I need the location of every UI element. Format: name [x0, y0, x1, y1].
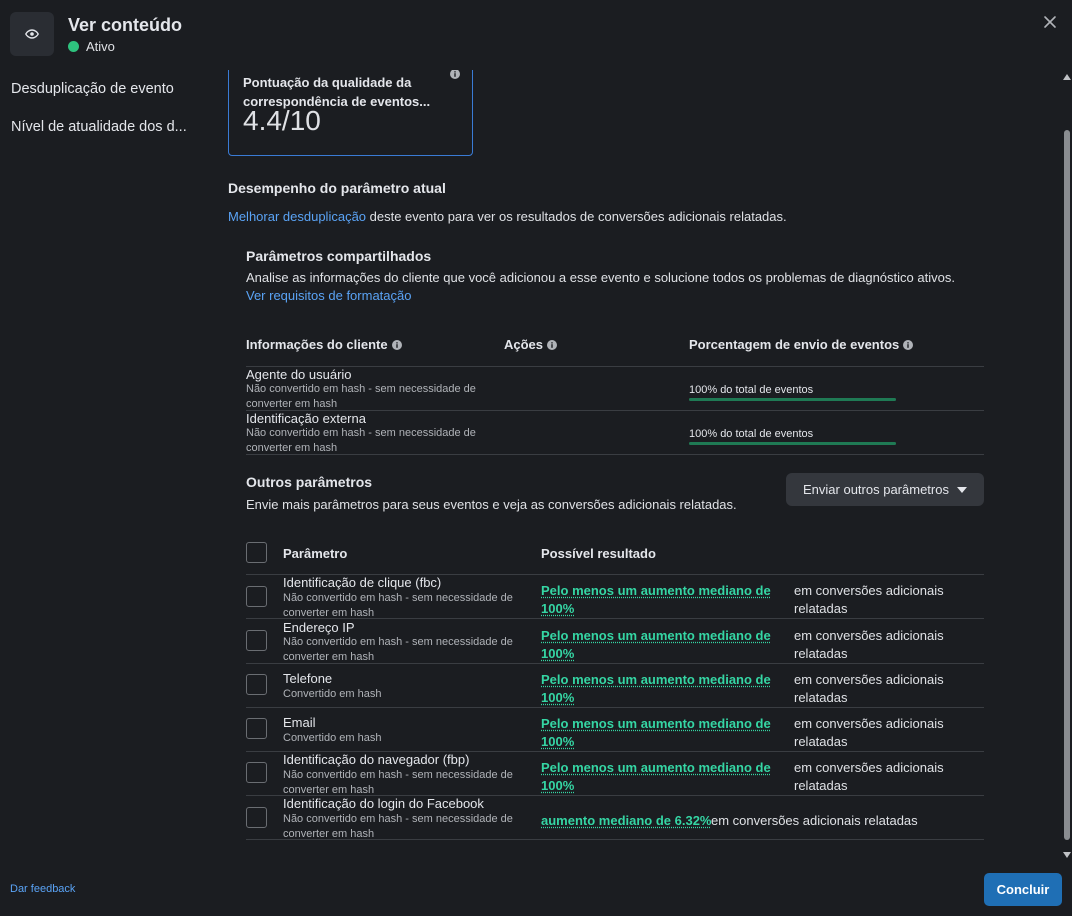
param-status: Convertido em hash — [283, 688, 382, 700]
info-icon[interactable] — [903, 339, 914, 350]
col-customer-info-label: Informações do cliente — [246, 337, 388, 352]
event-percentage-bar — [689, 398, 896, 401]
give-feedback-link[interactable]: Dar feedback — [10, 883, 75, 895]
event-percentage-fill — [689, 398, 896, 401]
col-possible-result: Possível resultado — [541, 546, 656, 561]
param-checkbox[interactable] — [246, 807, 267, 828]
col-actions: Ações — [504, 337, 558, 352]
match-quality-card: Pontuação da qualidade da correspondênci… — [228, 70, 473, 156]
other-params-title: Outros parâmetros — [246, 474, 373, 490]
result-link[interactable]: aumento mediano de 6.32% — [541, 812, 712, 830]
col-event-send-percentage-label: Porcentagem de envio de eventos — [689, 337, 900, 352]
result-link[interactable]: Pelo menos um aumento mediano de 100% — [541, 627, 776, 663]
result-suffix: em conversões adicionais relatadas — [794, 672, 944, 705]
param-status: Não convertido em hash - sem necessidade… — [283, 636, 513, 663]
info-icon[interactable] — [547, 339, 558, 350]
param-name: Agente do usuário — [246, 367, 352, 382]
table-divider — [246, 663, 984, 664]
result-suffix: em conversões adicionais relatadas — [711, 813, 918, 828]
shared-params-desc: Analise as informações do cliente que vo… — [246, 269, 966, 305]
param-name: Identificação do login do Facebook — [283, 796, 484, 811]
status-indicator: Ativo — [68, 39, 115, 54]
page-title: Ver conteúdo — [68, 15, 183, 35]
param-status: Não convertido em hash - sem necessidade… — [246, 383, 476, 410]
eye-icon — [25, 29, 39, 39]
table-divider — [246, 454, 984, 455]
col-actions-label: Ações — [504, 337, 544, 352]
event-percentage-text: 100% do total de eventos — [689, 428, 814, 440]
scroll-down-arrow-icon[interactable] — [1063, 852, 1071, 858]
result-suffix: em conversões adicionais relatadas — [794, 716, 944, 749]
result-suffix: em conversões adicionais relatadas — [794, 760, 944, 793]
param-status: Não convertido em hash - sem necessidade… — [246, 427, 476, 454]
param-checkbox[interactable] — [246, 630, 267, 651]
formatting-requirements-link[interactable]: Ver requisitos de formatação — [246, 288, 411, 303]
result-link[interactable]: Pelo menos um aumento mediano de 100% — [541, 582, 776, 618]
improve-deduplication-link[interactable]: Melhorar desduplicação — [228, 209, 366, 224]
info-icon[interactable] — [391, 339, 402, 350]
param-status: Convertido em hash — [283, 732, 382, 744]
param-name: Endereço IP — [283, 620, 355, 635]
other-params-desc: Envie mais parâmetros para seus eventos … — [246, 497, 737, 512]
param-checkbox[interactable] — [246, 762, 267, 783]
sidebar-item-data-freshness[interactable]: Nível de atualidade dos d... — [11, 119, 187, 135]
table-divider — [246, 366, 984, 367]
result-link[interactable]: Pelo menos um aumento mediano de 100% — [541, 759, 776, 795]
param-checkbox[interactable] — [246, 586, 267, 607]
shared-params-title: Parâmetros compartilhados — [246, 248, 432, 264]
table-divider — [246, 839, 984, 840]
col-event-send-percentage: Porcentagem de envio de eventos — [689, 337, 914, 352]
param-checkbox[interactable] — [246, 718, 267, 739]
info-icon[interactable] — [450, 70, 460, 79]
performance-title: Desempenho do parâmetro atual — [228, 180, 446, 196]
param-name: Identificação externa — [246, 411, 366, 426]
done-button[interactable]: Concluir — [984, 873, 1062, 906]
col-customer-info: Informações do cliente — [246, 337, 402, 352]
event-percentage-text: 100% do total de eventos — [689, 384, 814, 396]
send-other-params-label: Enviar outros parâmetros — [803, 482, 949, 497]
scrollbar[interactable] — [1062, 70, 1072, 862]
param-checkbox[interactable] — [246, 674, 267, 695]
param-name: Email — [283, 715, 316, 730]
param-status: Não convertido em hash - sem necessidade… — [283, 592, 513, 619]
send-other-params-dropdown[interactable]: Enviar outros parâmetros — [786, 473, 984, 506]
sidebar-item-deduplication[interactable]: Desduplicação de evento — [11, 81, 174, 97]
performance-text: Melhorar desduplicação deste evento para… — [228, 208, 1058, 226]
param-status: Não convertido em hash - sem necessidade… — [283, 813, 513, 840]
scroll-up-arrow-icon[interactable] — [1063, 74, 1071, 80]
param-name: Identificação do navegador (fbp) — [283, 752, 470, 767]
scrollbar-thumb[interactable] — [1064, 130, 1070, 840]
param-name: Telefone — [283, 671, 333, 686]
chevron-down-icon — [956, 486, 967, 493]
result-link[interactable]: Pelo menos um aumento mediano de 100% — [541, 715, 776, 751]
result-link[interactable]: Pelo menos um aumento mediano de 100% — [541, 671, 776, 707]
close-icon[interactable] — [1042, 14, 1058, 30]
table-divider — [246, 618, 984, 619]
param-status: Não convertido em hash - sem necessidade… — [283, 769, 513, 796]
shared-params-desc-text: Analise as informações do cliente que vo… — [246, 270, 955, 285]
match-quality-score: 4.4/10 — [243, 105, 321, 136]
table-divider — [246, 707, 984, 708]
col-parameter: Parâmetro — [283, 546, 348, 561]
eye-icon-container — [10, 12, 54, 56]
event-percentage-fill — [689, 442, 896, 445]
status-dot — [68, 41, 79, 52]
param-name: Identificação de clique (fbc) — [283, 575, 442, 590]
result-suffix: em conversões adicionais relatadas — [794, 583, 944, 616]
performance-desc: deste evento para ver os resultados de c… — [366, 209, 787, 224]
event-percentage-bar — [689, 442, 896, 445]
result-suffix: em conversões adicionais relatadas — [794, 628, 944, 661]
status-label: Ativo — [86, 39, 115, 54]
select-all-checkbox[interactable] — [246, 542, 267, 563]
dialog-header: Ver conteúdo Ativo — [0, 0, 1072, 66]
main-content: Pontuação da qualidade da correspondênci… — [228, 70, 1062, 862]
